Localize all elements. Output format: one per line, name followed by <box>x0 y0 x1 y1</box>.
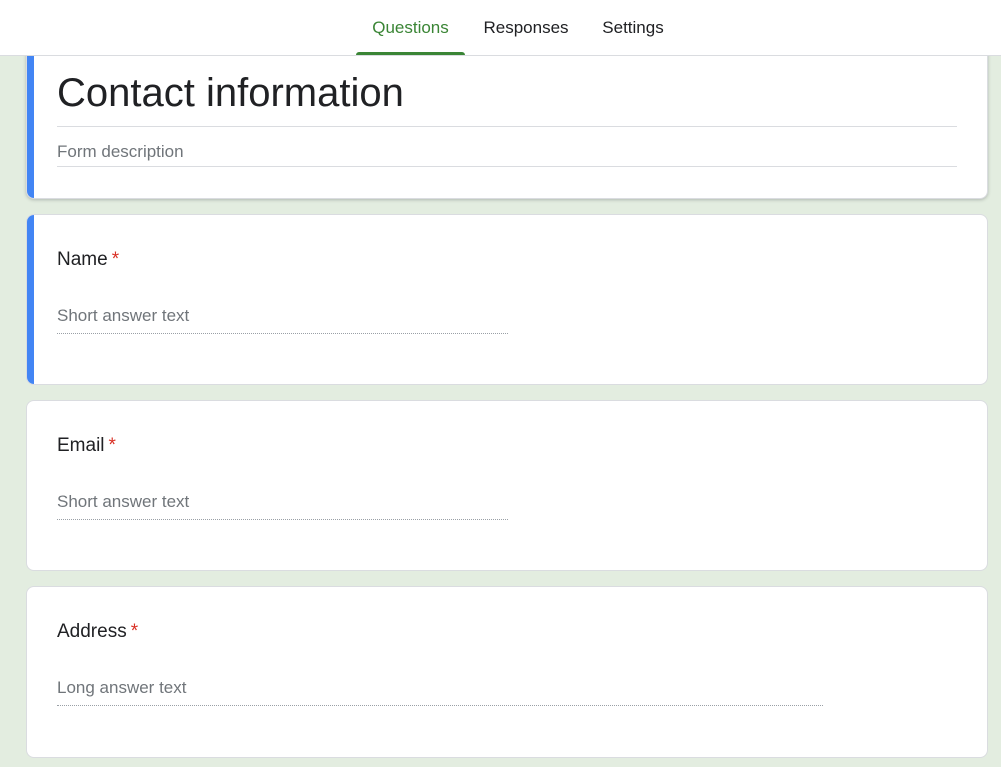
form-description-field[interactable]: Form description <box>57 142 184 162</box>
form-header-card[interactable]: Contact information Form description <box>26 40 988 199</box>
tab-responses[interactable]: Responses <box>472 0 580 56</box>
question-label: Name <box>57 249 108 270</box>
answer-underline <box>57 705 823 706</box>
form-title[interactable]: Contact information <box>57 68 957 118</box>
answer-placeholder: Long answer text <box>57 678 187 697</box>
answer-placeholder: Short answer text <box>57 492 190 511</box>
required-asterisk: * <box>130 621 139 642</box>
tab-settings[interactable]: Settings <box>590 0 676 56</box>
description-divider <box>57 166 957 167</box>
tab-bar: Questions Responses Settings <box>0 0 1001 56</box>
title-divider <box>57 126 957 127</box>
required-asterisk: * <box>111 249 120 270</box>
question-title[interactable]: Address * <box>57 621 138 643</box>
question-label: Email <box>57 435 105 456</box>
answer-placeholder: Short answer text <box>57 306 190 325</box>
answer-underline <box>57 333 508 334</box>
question-card-address[interactable]: Address * Long answer text <box>26 586 988 758</box>
question-label: Address <box>57 621 127 642</box>
answer-underline <box>57 519 508 520</box>
top-bar: Questions Responses Settings <box>0 0 1001 56</box>
question-title[interactable]: Name * <box>57 249 119 271</box>
question-card-email[interactable]: Email * Short answer text <box>26 400 988 571</box>
question-title[interactable]: Email * <box>57 435 116 457</box>
question-card-name[interactable]: Name * Short answer text <box>26 214 988 385</box>
required-asterisk: * <box>108 435 116 456</box>
tab-questions[interactable]: Questions <box>356 0 465 56</box>
